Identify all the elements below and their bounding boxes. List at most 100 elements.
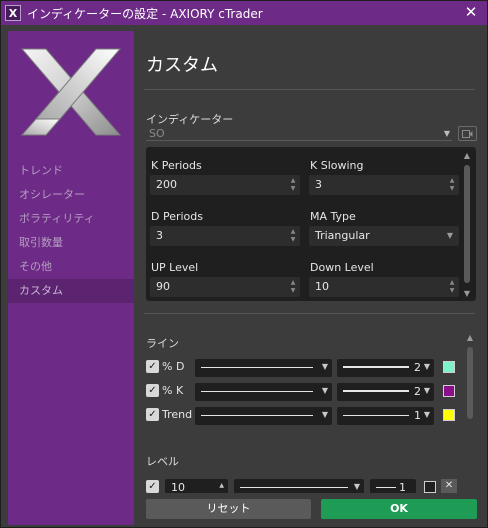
sidebar-item-oscillator[interactable]: オシレーター: [8, 183, 134, 207]
line-d-style-select[interactable]: ▼: [195, 359, 332, 377]
chevron-down-icon: ▼: [443, 129, 450, 138]
k-periods-value: 200: [156, 178, 177, 191]
ok-button[interactable]: OK: [321, 499, 477, 519]
indicator-value: SO: [149, 127, 165, 140]
spinner-icon[interactable]: ▲ ▼: [448, 177, 456, 193]
level-thickness-select[interactable]: 1: [370, 479, 416, 493]
level-color-swatch[interactable]: [424, 481, 436, 493]
d-periods-value: 3: [156, 229, 163, 242]
line-d-color-swatch[interactable]: [443, 361, 455, 373]
line-thickness-preview: [343, 390, 409, 392]
sidebar-item-volume[interactable]: 取引数量: [8, 231, 134, 255]
level-checkbox[interactable]: ✓: [146, 480, 159, 493]
param-label-k-periods: K Periods: [151, 159, 202, 172]
d-periods-input[interactable]: 3 ▲ ▼: [150, 226, 300, 246]
line-row-trend: ✓ Trend ▼ 1 ▼: [146, 407, 466, 425]
reset-button[interactable]: リセット: [146, 499, 311, 519]
app-icon: X: [5, 5, 21, 21]
line-d-checkbox[interactable]: ✓: [146, 360, 159, 373]
settings-window: X インディケーターの設定 - AXIORY cTrader ✕ トレンド オシ…: [0, 0, 488, 528]
line-d-label: % D: [162, 360, 185, 373]
chevron-down-icon: ▼: [353, 482, 360, 491]
spinner-icon: ▲: [219, 482, 224, 489]
down-level-value: 10: [315, 280, 329, 293]
scroll-down-icon[interactable]: ▼: [462, 289, 472, 298]
line-thickness-preview: [343, 415, 409, 416]
line-k-style-select[interactable]: ▼: [195, 383, 332, 401]
line-style-preview: [240, 487, 348, 488]
close-button[interactable]: ✕: [463, 4, 479, 20]
level-value: 10: [171, 481, 185, 493]
level-thickness: 1: [399, 481, 406, 493]
up-level-input[interactable]: 90 ▲ ▼: [150, 277, 300, 297]
chevron-down-icon: ▼: [423, 410, 430, 419]
parameters-panel: K Periods 200 ▲ ▼ K Slowing 3 ▲ ▼ D Period…: [146, 147, 476, 301]
page-title: カスタム: [146, 55, 218, 76]
sidebar-item-custom[interactable]: カスタム: [8, 279, 134, 303]
line-trend-color-swatch[interactable]: [443, 409, 455, 421]
ma-type-select[interactable]: Triangular ▼: [309, 226, 459, 246]
line-style-preview: [201, 367, 313, 368]
line-k-label: % K: [162, 384, 184, 397]
divider: [144, 89, 475, 90]
level-row: ✓ 10 ▲ ▼ 1 ✕: [146, 479, 466, 493]
axiory-logo: [20, 48, 122, 136]
sidebar-item-other[interactable]: その他: [8, 255, 134, 279]
chevron-down-icon: ▼: [423, 362, 430, 371]
line-trend-label: Trend: [162, 408, 193, 421]
param-label-k-slowing: K Slowing: [310, 159, 364, 172]
levels-section-label: レベル: [146, 455, 179, 468]
spinner-icon[interactable]: ▲ ▼: [289, 279, 297, 295]
params-scrollbar[interactable]: [464, 165, 470, 283]
chevron-down-icon: ▼: [321, 410, 328, 419]
line-row-k: ✓ % K ▼ 2 ▼: [146, 383, 466, 401]
scroll-up-icon[interactable]: ▲: [465, 333, 475, 342]
indicator-label: インディケーター: [146, 113, 234, 126]
line-k-checkbox[interactable]: ✓: [146, 384, 159, 397]
line-trend-thickness: 1: [414, 409, 421, 422]
sidebar-item-volatility[interactable]: ボラティリティ: [8, 207, 134, 231]
param-label-up-level: UP Level: [151, 261, 199, 274]
spinner-icon[interactable]: ▲ ▼: [289, 177, 297, 193]
line-thickness-preview: [376, 487, 396, 488]
chevron-down-icon: ▼: [321, 362, 328, 371]
line-trend-style-select[interactable]: ▼: [195, 407, 332, 425]
param-label-down-level: Down Level: [310, 261, 374, 274]
chevron-down-icon: ▼: [423, 386, 430, 395]
spinner-icon[interactable]: ▲ ▼: [448, 279, 456, 295]
line-k-thickness-select[interactable]: 2 ▼: [337, 383, 434, 401]
indicator-select[interactable]: SO ▼: [146, 127, 452, 141]
main-panel: カスタム インディケーター SO ▼ K Periods 200 ▲ ▼ K Sl…: [144, 31, 480, 501]
chevron-down-icon: ▼: [446, 231, 453, 240]
level-value-input[interactable]: 10 ▲: [165, 479, 228, 493]
line-style-preview: [201, 391, 313, 392]
k-slowing-input[interactable]: 3 ▲ ▼: [309, 175, 459, 195]
category-menu: トレンド オシレーター ボラティリティ 取引数量 その他 カスタム: [8, 159, 134, 303]
line-k-color-swatch[interactable]: [443, 385, 455, 397]
divider: [144, 313, 475, 314]
remove-level-icon[interactable]: ✕: [441, 479, 457, 493]
level-style-select[interactable]: ▼: [234, 479, 364, 493]
title-bar: X インディケーターの設定 - AXIORY cTrader ✕: [1, 1, 487, 25]
lines-scrollbar[interactable]: [467, 347, 473, 419]
ma-type-value: Triangular: [315, 229, 370, 242]
param-label-ma-type: MA Type: [310, 210, 356, 223]
spinner-icon[interactable]: ▲ ▼: [289, 228, 297, 244]
sidebar-item-trend[interactable]: トレンド: [8, 159, 134, 183]
line-trend-checkbox[interactable]: ✓: [146, 408, 159, 421]
line-d-thickness: 2: [414, 361, 421, 374]
chevron-down-icon: ▼: [321, 386, 328, 395]
window-title: インディケーターの設定 - AXIORY cTrader: [27, 6, 263, 21]
line-row-d: ✓ % D ▼ 2 ▼: [146, 359, 466, 377]
k-periods-input[interactable]: 200 ▲ ▼: [150, 175, 300, 195]
line-d-thickness-select[interactable]: 2 ▼: [337, 359, 434, 377]
up-level-value: 90: [156, 280, 170, 293]
line-style-preview: [201, 415, 313, 416]
line-trend-thickness-select[interactable]: 1 ▼: [337, 407, 434, 425]
scroll-up-icon[interactable]: ▲: [462, 151, 472, 160]
down-level-input[interactable]: 10 ▲ ▼: [309, 277, 459, 297]
camera-icon[interactable]: [458, 126, 477, 141]
param-label-d-periods: D Periods: [151, 210, 203, 223]
line-thickness-preview: [343, 366, 409, 368]
line-k-thickness: 2: [414, 385, 421, 398]
